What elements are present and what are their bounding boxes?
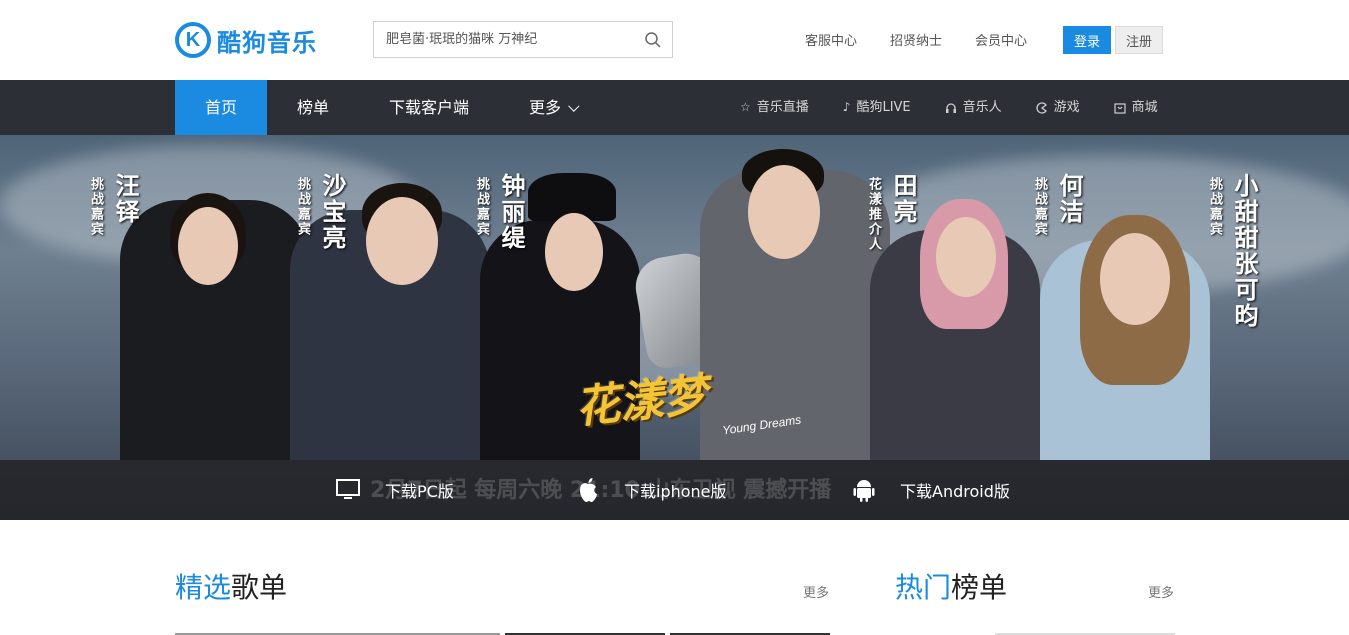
guest-name: 田亮 [889,173,917,225]
nav-more[interactable]: 更多 [499,80,605,135]
title-rest: 榜单 [951,571,1008,604]
link-careers[interactable]: 招贤纳士 [890,30,942,49]
nav-secondary: ☆ 音乐直播 ♪ 酷狗LIVE 音乐人 游戏 商城 [740,80,1192,135]
nav-sub-label: 酷狗LIVE [856,100,911,115]
nav-more-label: 更多 [529,98,562,117]
star-icon: ☆ [740,100,751,114]
game-icon [1036,101,1047,114]
link-customer-service[interactable]: 客服中心 [805,30,857,49]
show-logo: 花漾梦 [573,369,710,434]
guest-role: 挑战嘉宾 [88,177,103,237]
nav-musicians[interactable]: 音乐人 [945,80,1002,135]
guest-face [748,165,820,259]
nav-sub-label: 音乐人 [962,100,1002,115]
download-pc-button[interactable]: 下载PC版 [336,460,454,520]
download-android-label: 下载Android版 [900,482,1010,501]
title-accent: 热门 [895,571,952,604]
apple-icon [580,478,597,502]
guest-name: 何洁 [1055,173,1083,225]
guest-role: 挑战嘉宾 [474,177,489,237]
download-pc-label: 下载PC版 [385,482,454,501]
nav-main: 首页 榜单 下载客户端 更多 [175,80,605,135]
download-android-button[interactable]: 下载Android版 [853,460,1010,520]
guest-role: 挑战嘉宾 [295,177,310,237]
nav-charts[interactable]: 榜单 [267,80,359,135]
title-accent: 精选 [175,571,232,604]
download-iphone-button[interactable]: 下载iphone版 [577,460,727,520]
music-note-icon: ♪ [842,100,851,114]
search-input[interactable] [374,22,624,57]
title-rest: 歌单 [231,571,288,604]
nav-download-client[interactable]: 下载客户端 [359,80,499,135]
monitor-icon [336,479,360,499]
android-icon [853,480,875,502]
guest-name: 汪铎 [111,173,139,225]
download-iphone-label: 下载iphone版 [624,482,727,501]
guest-face [366,197,438,285]
chevron-down-icon [568,100,580,112]
nav-home[interactable]: 首页 [175,80,268,135]
guest-name: 沙宝亮 [318,173,346,251]
link-member-center[interactable]: 会员中心 [975,30,1027,49]
guest-role: 挑战嘉宾 [1032,177,1047,237]
charts-more-link[interactable]: 更多 [1148,582,1174,601]
nav-sub-label: 商城 [1131,100,1158,115]
register-button[interactable]: 注册 [1115,26,1163,54]
hot-charts-title: 热门榜单 [895,566,1007,606]
nav-sub-label: 音乐直播 [756,100,809,115]
search-icon[interactable] [644,31,662,49]
headphones-icon [945,102,956,113]
logo[interactable]: K 酷狗音乐 [175,21,317,59]
guest-face [936,217,996,297]
top-links: 客服中心 招贤纳士 会员中心 [805,30,1027,49]
search-box [373,21,673,58]
nav-sub-label: 游戏 [1053,100,1080,115]
download-bar: 2月7日起 每周六晚 21:10 山东卫视 震撼开播 下载PC版 下载iphon… [0,460,1349,520]
guest-role: 花漾推介人 [866,177,881,252]
promo-banner[interactable]: 挑战嘉宾 汪铎 挑战嘉宾 沙宝亮 挑战嘉宾 钟丽缇 花漾推介人 田亮 挑战嘉宾 … [0,135,1349,520]
guest-face [1100,233,1170,325]
top-header: K 酷狗音乐 客服中心 招贤纳士 会员中心 登录 注册 [0,0,1349,80]
guest-face [545,213,603,291]
guest-face [178,207,238,285]
nav-games[interactable]: 游戏 [1036,80,1080,135]
shop-icon [1114,102,1126,114]
playlists-more-link[interactable]: 更多 [803,582,829,601]
login-button[interactable]: 登录 [1063,26,1111,54]
guest-role: 挑战嘉宾 [1207,177,1222,237]
guest-name: 小甜甜张可昀 [1230,173,1258,329]
featured-playlists-title: 精选歌单 [175,566,287,606]
nav-live-music[interactable]: ☆ 音乐直播 [740,80,809,135]
guest-name: 钟丽缇 [497,173,525,251]
nav-shop[interactable]: 商城 [1114,80,1158,135]
logo-text: 酷狗音乐 [217,28,317,57]
nav-kugou-live[interactable]: ♪ 酷狗LIVE [843,80,911,135]
logo-k-icon: K [175,22,211,58]
main-nav: 首页 榜单 下载客户端 更多 ☆ 音乐直播 ♪ 酷狗LIVE 音乐人 游戏 商城 [0,80,1349,135]
